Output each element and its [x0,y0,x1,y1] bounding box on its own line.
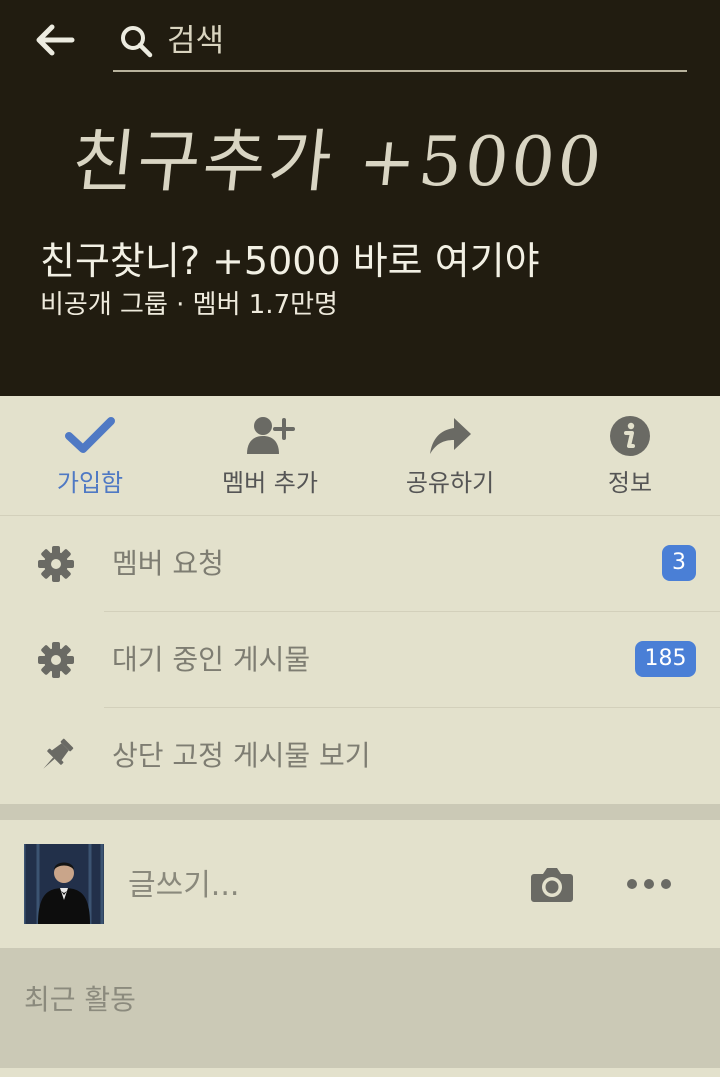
search-bar[interactable] [113,14,687,72]
pinned-posts-row[interactable]: 상단 고정 게시물 보기 [0,708,720,803]
recent-activity-section: 최근 활동 [0,948,720,1068]
menu-label: 대기 중인 게시물 [112,643,311,676]
group-action-bar: 가입함 멤버 추가 공유하기 정보 [0,396,720,516]
more-options-icon[interactable] [626,876,672,892]
gear-icon [38,642,74,678]
cover-photo-text: 친구추가 +5000 [67,123,609,202]
info-icon [610,416,650,456]
share-button[interactable]: 공유하기 [360,396,540,515]
pin-icon [43,738,74,769]
back-button[interactable] [30,18,80,62]
pending-posts-row[interactable]: 대기 중인 게시물 185 [0,612,720,707]
group-title[interactable]: 친구찾니? +5000 바로 여기야 [40,236,540,286]
joined-button[interactable]: 가입함 [0,396,180,515]
recent-activity-label: 최근 활동 [24,983,136,1016]
menu-label: 멤버 요청 [112,547,224,580]
group-header: 친구추가 +5000 친구찾니? +5000 바로 여기야 비공개 그룹 · 멤… [0,0,720,396]
share-icon [430,418,471,454]
section-gap [0,804,720,820]
person-silhouette-icon [24,844,104,924]
member-requests-row[interactable]: 멤버 요청 3 [0,516,720,611]
action-label: 공유하기 [405,469,495,497]
count-badge: 185 [635,641,696,677]
bottom-strip [0,1068,720,1077]
search-input[interactable] [165,18,669,64]
avatar[interactable] [24,844,104,924]
search-icon [121,26,153,58]
info-button[interactable]: 정보 [540,396,720,515]
count-badge: 3 [662,545,696,581]
action-label: 멤버 추가 [222,469,318,497]
check-icon [65,417,115,453]
menu-label: 상단 고정 게시물 보기 [112,739,371,772]
camera-icon[interactable] [530,864,574,904]
action-label: 정보 [607,469,653,497]
gear-icon [38,546,74,582]
group-meta: 비공개 그룹 · 멤버 1.7만명 [40,290,338,320]
action-label: 가입함 [56,469,124,497]
post-composer: 글쓰기... [0,820,720,948]
write-post-input[interactable]: 글쓰기... [128,864,239,908]
add-member-button[interactable]: 멤버 추가 [180,396,360,515]
add-member-icon [247,417,295,454]
back-arrow-icon [36,24,75,56]
